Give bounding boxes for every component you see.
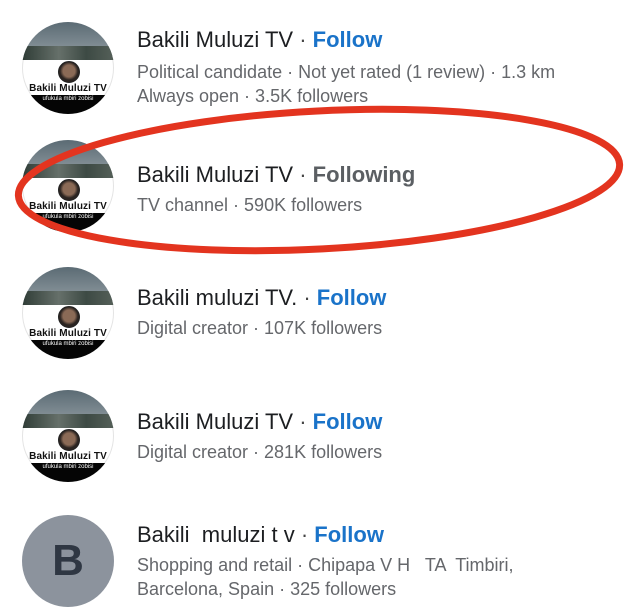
result-info: Bakili Muluzi TV · Follow Political cand…: [137, 26, 637, 112]
avatar-logo-text: Bakili Muluzi TV: [29, 451, 107, 462]
separator-dot: ·: [299, 409, 307, 434]
avatar-logo-tagline: ufukula mbiri zobisi: [42, 214, 94, 220]
search-results-list: Bakili Muluzi TV ufukula mbiri zobisi Ba…: [0, 0, 638, 607]
page-name[interactable]: Bakili muluzi TV.: [137, 285, 297, 310]
result-row[interactable]: Bakili Muluzi TV ufukula mbiri zobisi Ba…: [0, 0, 638, 120]
page-name[interactable]: Bakili Muluzi TV: [137, 162, 293, 187]
result-info: Bakili muluzi TV. · Follow Digital creat…: [137, 284, 637, 344]
portrait-icon: [58, 429, 80, 451]
page-meta: Digital creator · 281K followers: [137, 442, 383, 462]
page-avatar[interactable]: Bakili Muluzi TV ufukula mbiri zobisi: [22, 22, 114, 114]
separator-dot: ·: [299, 162, 307, 187]
page-avatar[interactable]: B: [22, 515, 114, 607]
page-name[interactable]: Bakili Muluzi TV: [137, 409, 293, 434]
separator-dot: ·: [300, 522, 309, 547]
page-name[interactable]: Bakili muluzi t v: [137, 522, 295, 547]
avatar-logo-tagline: ufukula mbiri zobisi: [42, 464, 94, 470]
avatar-logo-text: Bakili Muluzi TV: [29, 201, 107, 212]
separator-dot: ·: [303, 285, 311, 310]
following-button[interactable]: Following: [313, 162, 416, 187]
result-row[interactable]: Bakili Muluzi TV ufukula mbiri zobisi Ba…: [0, 245, 638, 370]
separator-dot: ·: [299, 27, 307, 52]
avatar-logo-text: Bakili Muluzi TV: [29, 83, 107, 94]
avatar-logo-tagline: ufukula mbiri zobisi: [42, 341, 94, 347]
page-meta: TV channel · 590K followers: [137, 195, 363, 215]
portrait-icon: [58, 179, 80, 201]
page-avatar[interactable]: Bakili Muluzi TV ufukula mbiri zobisi: [22, 140, 114, 232]
avatar-logo-tagline: ufukula mbiri zobisi: [42, 96, 94, 102]
result-info: Bakili Muluzi TV · Follow Digital creato…: [137, 408, 637, 468]
avatar-logo-text: Bakili Muluzi TV: [29, 328, 107, 339]
avatar-initial: B: [52, 536, 84, 585]
result-row[interactable]: Bakili Muluzi TV ufukula mbiri zobisi Ba…: [0, 370, 638, 495]
result-info: Bakili Muluzi TV · Following TV channel …: [137, 161, 637, 221]
page-avatar[interactable]: Bakili Muluzi TV ufukula mbiri zobisi: [22, 267, 114, 359]
result-row[interactable]: Bakili Muluzi TV ufukula mbiri zobisi Ba…: [0, 120, 638, 245]
result-row[interactable]: B Bakili muluzi t v · Follow Shopping an…: [0, 495, 638, 607]
page-meta-secondary: Barcelona, Spain · 325 followers: [137, 579, 397, 599]
result-info: Bakili muluzi t v · Follow Shopping and …: [137, 521, 637, 605]
follow-button[interactable]: Follow: [317, 285, 387, 310]
follow-button[interactable]: Follow: [313, 409, 383, 434]
portrait-icon: [58, 61, 80, 83]
portrait-icon: [58, 306, 80, 328]
follow-button[interactable]: Follow: [314, 522, 384, 547]
page-name[interactable]: Bakili Muluzi TV: [137, 27, 293, 52]
page-avatar[interactable]: Bakili Muluzi TV ufukula mbiri zobisi: [22, 390, 114, 482]
page-meta: Digital creator · 107K followers: [137, 318, 383, 338]
follow-button[interactable]: Follow: [313, 27, 383, 52]
